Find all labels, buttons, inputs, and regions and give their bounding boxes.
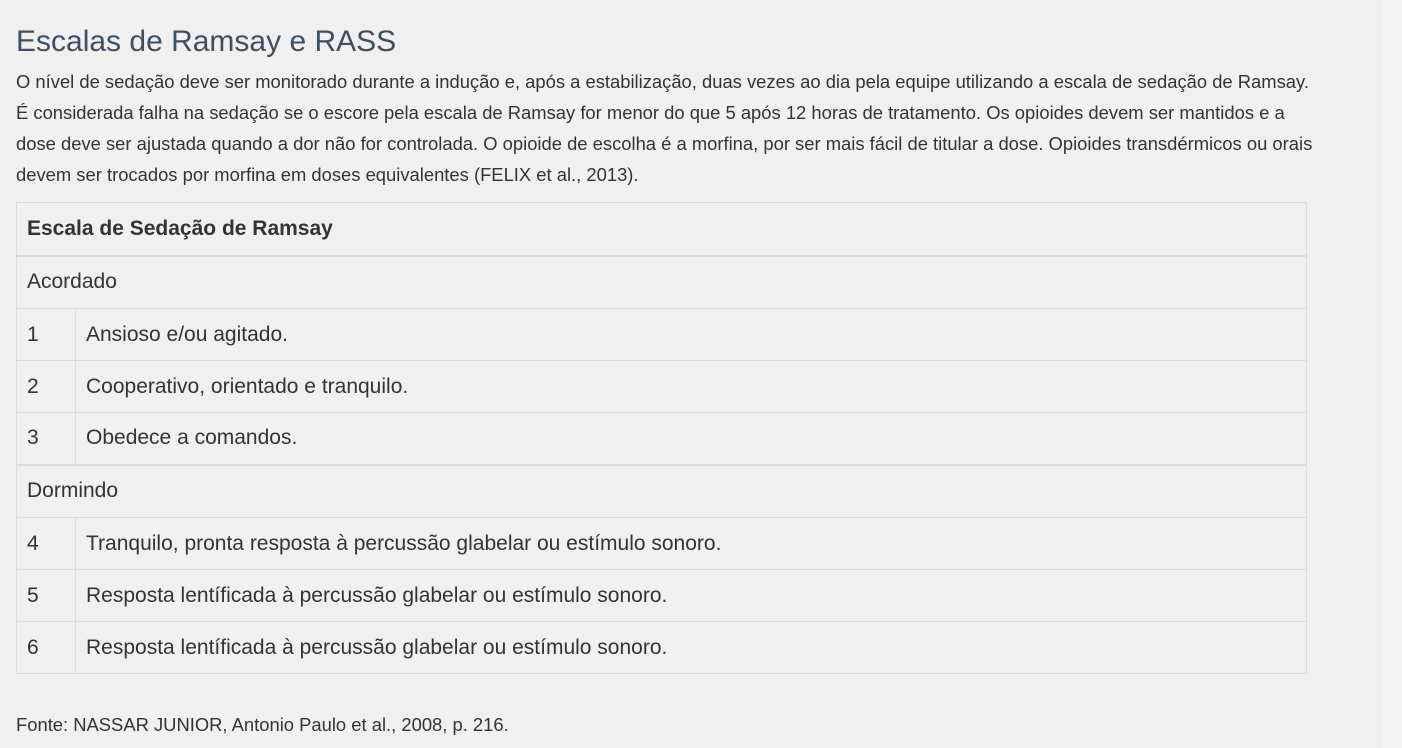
- score-cell: 2: [16, 360, 76, 413]
- description-cell: Ansioso e/ou agitado.: [75, 308, 1307, 361]
- score-cell: 4: [16, 517, 76, 570]
- table-row: 2 Cooperativo, orientado e tranquilo.: [16, 360, 1307, 413]
- group-label: Dormindo: [16, 463, 1307, 518]
- table-row: 4 Tranquilo, pronta resposta à percussão…: [16, 517, 1307, 570]
- source-citation: Fonte: NASSAR JUNIOR, Antonio Paulo et a…: [16, 714, 509, 735]
- description-cell: Cooperativo, orientado e tranquilo.: [75, 360, 1307, 413]
- description-cell: Resposta lentíficada à percussão glabela…: [75, 621, 1307, 674]
- table-row: 3 Obedece a comandos.: [16, 412, 1307, 465]
- ramsay-scale-table: Escala de Sedação de Ramsay Acordado 1 A…: [16, 202, 1307, 674]
- group-label: Acordado: [16, 255, 1307, 309]
- score-cell: 1: [16, 308, 76, 361]
- table-row: 6 Resposta lentíficada à percussão glabe…: [16, 621, 1307, 674]
- table-header: Escala de Sedação de Ramsay: [16, 202, 1307, 257]
- score-cell: 3: [16, 412, 76, 465]
- intro-paragraph: O nível de sedação deve ser monitorado d…: [16, 71, 1313, 185]
- table-row: 5 Resposta lentíficada à percussão glabe…: [16, 569, 1307, 622]
- description-cell: Obedece a comandos.: [75, 412, 1307, 465]
- score-cell: 6: [16, 621, 76, 674]
- table-row: 1 Ansioso e/ou agitado.: [16, 308, 1307, 361]
- description-cell: Resposta lentíficada à percussão glabela…: [75, 569, 1307, 622]
- group-row-awake: Acordado: [16, 255, 1307, 309]
- score-cell: 5: [16, 569, 76, 622]
- page-title: Escalas de Ramsay e RASS: [16, 25, 397, 58]
- table-header-row: Escala de Sedação de Ramsay: [16, 202, 1307, 257]
- page-scroll-edge: [1382, 0, 1402, 748]
- group-row-asleep: Dormindo: [16, 463, 1307, 518]
- description-cell: Tranquilo, pronta resposta à percussão g…: [75, 517, 1307, 570]
